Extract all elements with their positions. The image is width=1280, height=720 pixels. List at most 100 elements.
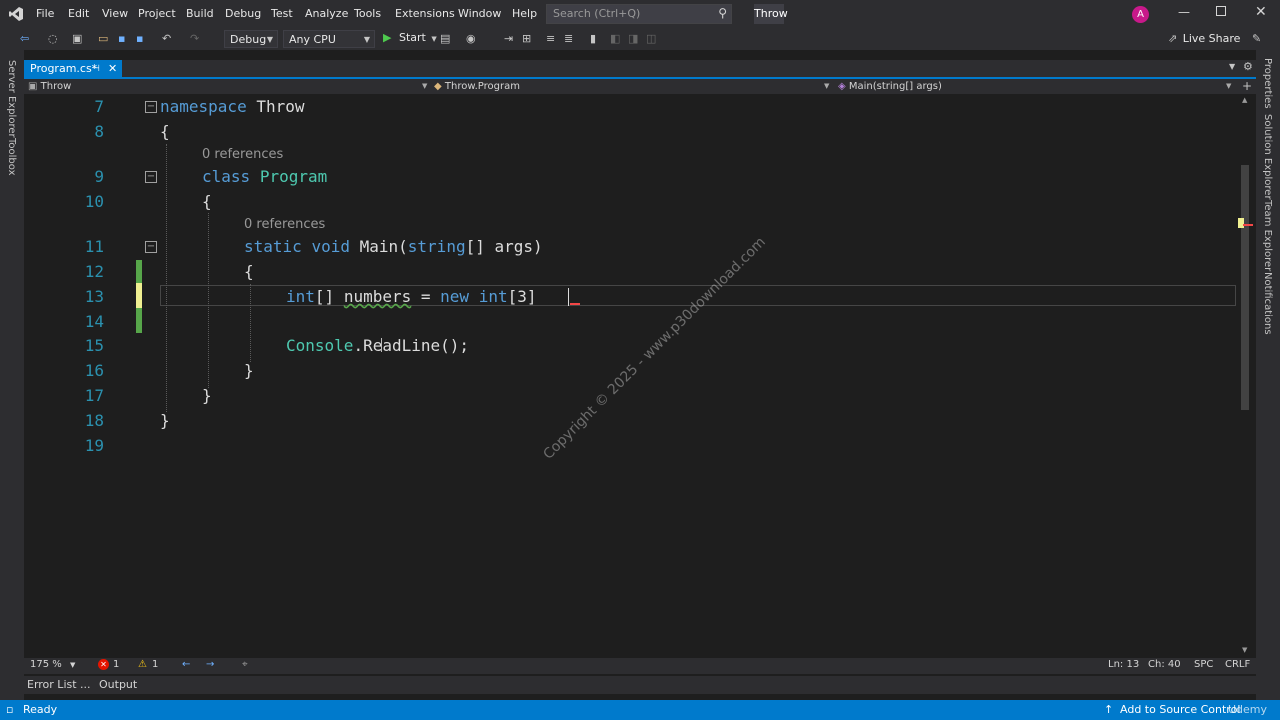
start-button[interactable]: ▶ Start ▼ <box>383 31 437 47</box>
properties-tab[interactable]: Properties <box>1262 58 1273 109</box>
keyword: namespace <box>160 97 247 116</box>
line-ending[interactable]: CRLF <box>1225 659 1250 670</box>
tab-output[interactable]: Output <box>99 678 137 691</box>
next-bookmark-icon[interactable]: ◨ <box>628 32 638 45</box>
bottom-panel-tabs: Error List ... Output <box>24 676 1256 694</box>
text-caret <box>568 288 569 306</box>
pin-icon[interactable]: ⊣ <box>92 60 100 78</box>
warning-count[interactable]: 1 <box>152 659 158 670</box>
format-icon[interactable]: ⊞ <box>522 32 531 45</box>
collapse-method-icon[interactable]: − <box>145 241 157 253</box>
step-icon[interactable]: ⇥ <box>504 32 513 45</box>
menu-build[interactable]: Build <box>186 7 214 20</box>
line-number: 10 <box>84 192 104 211</box>
menu-window[interactable]: Window <box>458 7 501 20</box>
change-marker-saved <box>136 308 142 333</box>
menu-debug[interactable]: Debug <box>225 7 261 20</box>
configuration-dropdown[interactable]: Debug ▼ <box>224 30 278 48</box>
tab-overflow-icon[interactable]: ▼ <box>1229 62 1235 71</box>
menu-edit[interactable]: Edit <box>68 7 89 20</box>
uncomment-icon[interactable]: ≣ <box>564 32 573 45</box>
change-marker-unsaved <box>136 283 142 308</box>
code-line-18: } <box>160 411 170 430</box>
feedback-icon[interactable]: ✎ <box>1252 32 1261 45</box>
scroll-up-icon[interactable]: ▲ <box>1242 96 1247 104</box>
chevron-down-icon[interactable]: ▼ <box>70 661 75 669</box>
menu-project[interactable]: Project <box>138 7 176 20</box>
menu-help[interactable]: Help <box>512 7 537 20</box>
tab-label: Program.cs* <box>30 62 98 75</box>
comment-icon[interactable]: ≡ <box>546 32 555 45</box>
scroll-down-icon[interactable]: ▼ <box>1242 646 1247 654</box>
line-number: 7 <box>94 97 104 116</box>
line-number: 19 <box>84 436 104 455</box>
hot-reload-icon[interactable]: ◉ <box>466 32 476 45</box>
indent-mode[interactable]: SPC <box>1194 659 1213 670</box>
team-explorer-tab[interactable]: Team Explorer <box>1262 200 1273 271</box>
bookmark-icon[interactable]: ▮ <box>590 32 596 45</box>
tab-error-list[interactable]: Error List ... <box>27 678 91 691</box>
undo-icon[interactable]: ↶ <box>162 32 171 45</box>
code-cleanup-icon[interactable]: ⌖ <box>242 659 248 670</box>
solution-explorer-tab[interactable]: Solution Explorer <box>1262 114 1273 200</box>
forward-icon[interactable]: ◌ <box>48 32 58 45</box>
zoom-level[interactable]: 175 % <box>30 659 62 670</box>
cursor-line: Ln: 13 <box>1108 659 1140 670</box>
indent-guide <box>250 284 251 362</box>
settings-gear-icon[interactable]: ⚙ <box>1243 60 1253 73</box>
project-dropdown[interactable]: ▣ Throw ▼ <box>28 79 428 94</box>
split-editor-icon[interactable]: + <box>1242 79 1252 93</box>
search-icon: ⚲ <box>718 6 727 20</box>
new-project-icon[interactable]: ▣ <box>72 32 82 45</box>
type-dropdown[interactable]: ◆ Throw.Program ▼ <box>434 79 832 94</box>
menu-file[interactable]: File <box>36 7 54 20</box>
member-dropdown[interactable]: ◈ Main(string[] args) ▼ <box>838 79 1234 94</box>
menu-test[interactable]: Test <box>271 7 293 20</box>
variable: numbers <box>343 287 412 306</box>
live-share-button[interactable]: ⇗ Live Share <box>1168 32 1240 45</box>
live-share-label: Live Share <box>1182 32 1241 45</box>
codelens-references[interactable]: 0 references <box>244 217 325 232</box>
line-number: 12 <box>84 262 104 281</box>
avatar[interactable]: A <box>1132 6 1149 23</box>
status-icon: ▫ <box>6 703 14 716</box>
error-count[interactable]: 1 <box>113 659 119 670</box>
menu-analyze[interactable]: Analyze <box>305 7 348 20</box>
save-all-icon[interactable]: ▪ <box>136 32 143 45</box>
collapse-class-icon[interactable]: − <box>145 171 157 183</box>
tab-program-cs[interactable]: Program.cs* ⊣ ✕ <box>24 60 122 78</box>
collapse-namespace-icon[interactable]: − <box>145 101 157 113</box>
close-icon[interactable]: ✕ <box>1255 4 1267 20</box>
clear-bookmarks-icon[interactable]: ◫ <box>646 32 656 45</box>
start-label: Start <box>398 31 426 44</box>
line-number: 17 <box>84 386 104 405</box>
save-icon[interactable]: ▪ <box>118 32 125 45</box>
open-icon[interactable]: ▭ <box>98 32 108 45</box>
keyword: void <box>311 237 350 256</box>
close-tab-icon[interactable]: ✕ <box>108 60 117 78</box>
line-number: 9 <box>94 167 104 186</box>
error-icon[interactable]: ✕ <box>98 659 109 670</box>
codelens-references[interactable]: 0 references <box>202 147 283 162</box>
previous-issue-icon[interactable]: ← <box>182 659 190 670</box>
scrollbar-thumb[interactable] <box>1241 165 1249 410</box>
prev-bookmark-icon[interactable]: ◧ <box>610 32 620 45</box>
menu-extensions[interactable]: Extensions <box>395 7 455 20</box>
warning-icon[interactable]: ⚠ <box>138 659 147 670</box>
browser-icon[interactable]: ▤ <box>440 32 450 45</box>
minimize-icon[interactable]: — <box>1178 5 1190 19</box>
platform-dropdown[interactable]: Any CPU ▼ <box>283 30 375 48</box>
restore-icon[interactable] <box>1216 6 1226 16</box>
search-input[interactable]: Search (Ctrl+Q) ⚲ <box>546 4 732 24</box>
back-icon[interactable]: ⇦ <box>20 32 29 45</box>
notifications-tab[interactable]: Notifications <box>1262 272 1273 335</box>
menu-tools[interactable]: Tools <box>354 7 381 20</box>
configuration-value: Debug <box>230 33 267 46</box>
type-name: Throw.Program <box>444 81 520 92</box>
menu-view[interactable]: View <box>102 7 128 20</box>
next-issue-icon[interactable]: → <box>206 659 214 670</box>
udemy-watermark: Udemy <box>1228 703 1268 716</box>
redo-icon[interactable]: ↷ <box>190 32 199 45</box>
add-to-source-control[interactable]: Add to Source Control <box>1120 703 1240 716</box>
code-line-10: { <box>202 192 212 211</box>
